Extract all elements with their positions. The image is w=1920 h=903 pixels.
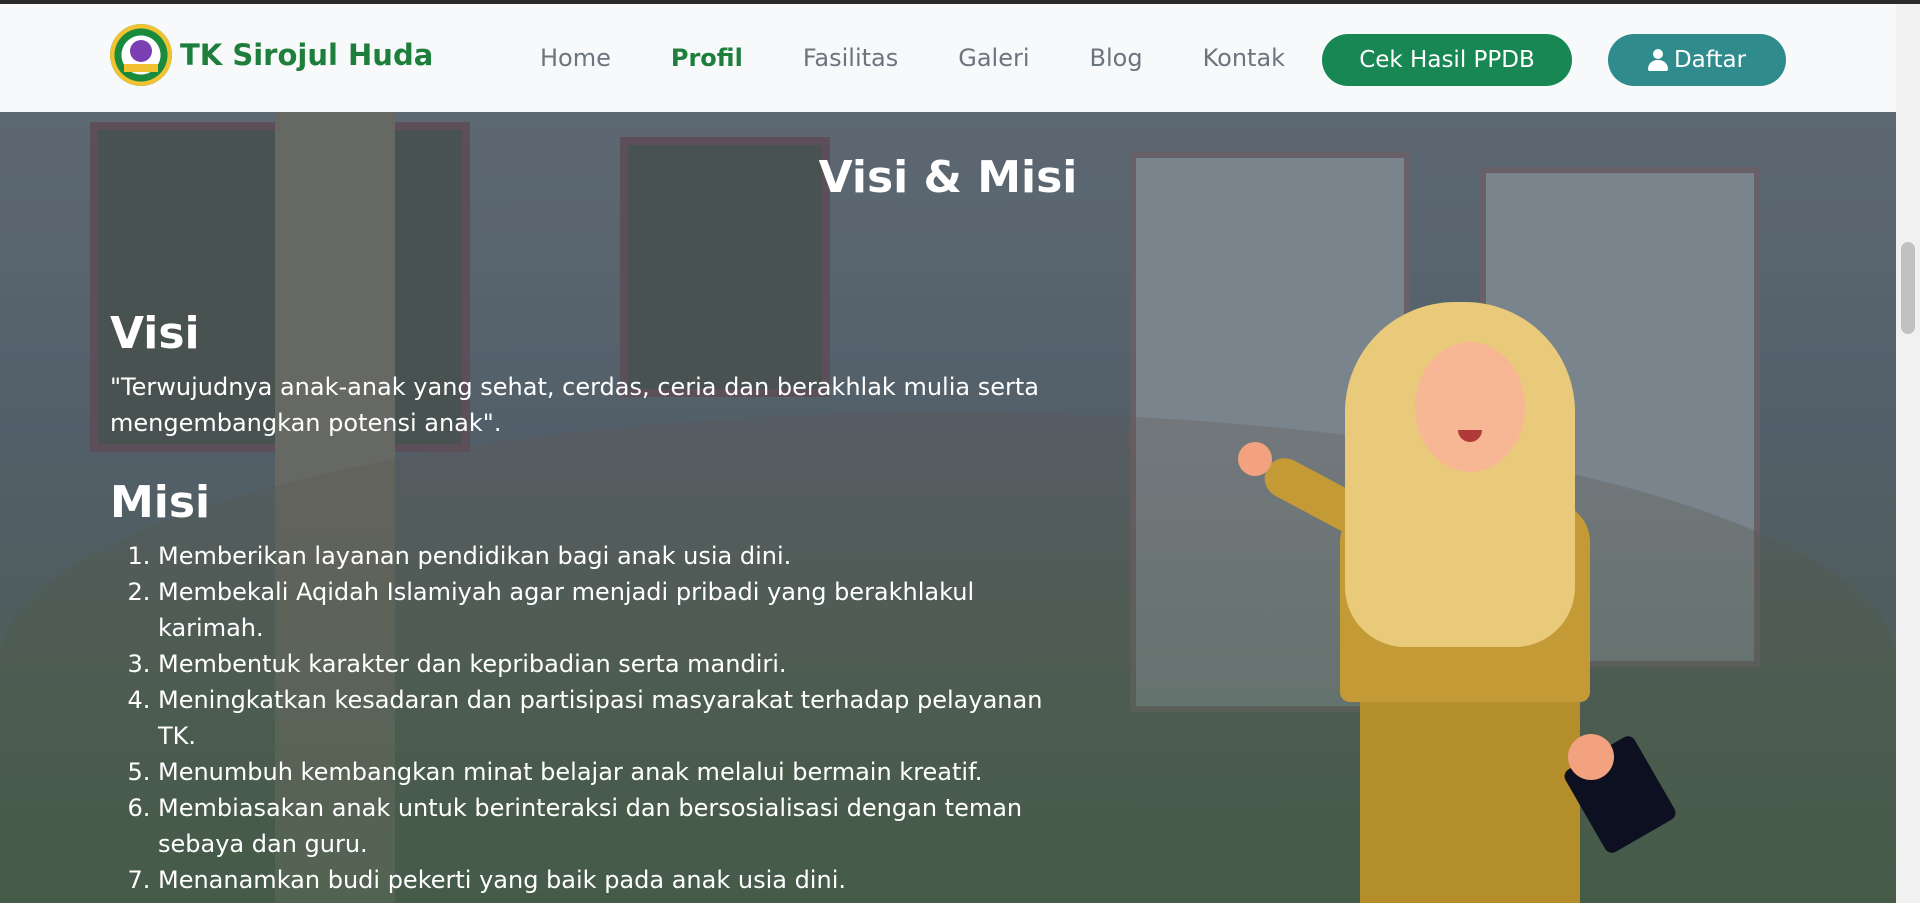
visi-misi-hero: Visi & Misi Visi "Terwujudnya anak-anak … xyxy=(0,112,1896,903)
misi-item: Menumbuh kembangkan minat belajar anak m… xyxy=(158,754,1070,790)
misi-item: Memberikan layanan pendidikan bagi anak … xyxy=(158,538,1070,574)
logo-ribbon xyxy=(124,64,158,72)
cek-hasil-ppdb-button[interactable]: Cek Hasil PPDB xyxy=(1322,34,1572,86)
scrollbar-thumb[interactable] xyxy=(1901,242,1915,334)
misi-item: Membentuk karakter dan kepribadian serta… xyxy=(158,646,1070,682)
cek-hasil-ppdb-label: Cek Hasil PPDB xyxy=(1359,47,1535,73)
brand-name: TK Sirojul Huda xyxy=(180,38,434,72)
nav-link-kontak[interactable]: Kontak xyxy=(1203,44,1285,72)
page-scrollbar[interactable] xyxy=(1896,4,1920,903)
misi-item: Membiasakan anak untuk berinteraksi dan … xyxy=(158,790,1070,862)
misi-item: Menanamkan budi pekerti yang baik pada a… xyxy=(158,862,1070,898)
user-icon xyxy=(1647,49,1668,71)
teacher-illustration xyxy=(1230,302,1700,903)
logo-figure xyxy=(130,40,152,62)
teacher-hand xyxy=(1238,442,1272,476)
hero-title: Visi & Misi xyxy=(818,152,1078,203)
visi-text: "Terwujudnya anak-anak yang sehat, cerda… xyxy=(110,373,1039,437)
teacher-hand xyxy=(1568,734,1614,780)
school-logo-icon xyxy=(110,24,172,86)
navbar: TK Sirojul Huda Home Profil Fasilitas Ga… xyxy=(0,4,1896,112)
nav-links: Home Profil Fasilitas Galeri Blog Kontak xyxy=(540,44,1345,72)
nav-link-blog[interactable]: Blog xyxy=(1090,44,1143,72)
brand[interactable]: TK Sirojul Huda xyxy=(110,24,433,86)
nav-link-fasilitas[interactable]: Fasilitas xyxy=(803,44,898,72)
misi-heading: Misi xyxy=(110,477,211,528)
daftar-button[interactable]: Daftar xyxy=(1608,34,1786,86)
teacher-face xyxy=(1415,342,1525,472)
nav-link-galeri[interactable]: Galeri xyxy=(958,44,1029,72)
nav-link-home[interactable]: Home xyxy=(540,44,611,72)
visi-heading: Visi xyxy=(110,308,200,359)
misi-list: Memberikan layanan pendidikan bagi anak … xyxy=(110,538,1070,898)
nav-link-profil[interactable]: Profil xyxy=(671,44,743,72)
visi-misi-content: Visi "Terwujudnya anak-anak yang sehat, … xyxy=(110,308,1070,898)
daftar-label: Daftar xyxy=(1673,47,1747,73)
misi-item: Membekali Aqidah Islamiyah agar menjadi … xyxy=(158,574,1070,646)
misi-item: Meningkatkan kesadaran dan partisipasi m… xyxy=(158,682,1070,754)
